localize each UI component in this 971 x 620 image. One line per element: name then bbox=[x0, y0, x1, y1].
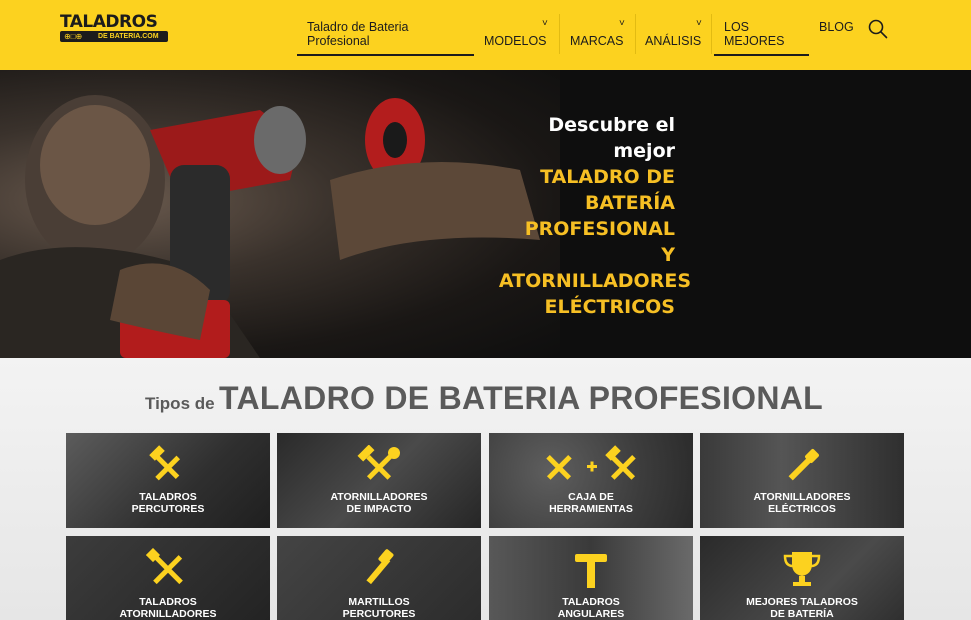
angle-drill-icon bbox=[575, 554, 607, 588]
nav-label-line2: Profesional bbox=[307, 34, 370, 48]
tile-label: TALADROS PERCUTORES bbox=[66, 491, 270, 515]
hero-line: Descubre el bbox=[548, 114, 675, 136]
tile-label: TALADROS ANGULARES bbox=[489, 596, 693, 620]
tile-label: ATORNILLADORES DE IMPACTO bbox=[277, 491, 481, 515]
type-tile-taladros-atornilladores[interactable]: TALADROS ATORNILLADORES bbox=[66, 536, 270, 620]
search-icon[interactable] bbox=[867, 18, 889, 40]
nav-item-blog[interactable]: BLOG bbox=[819, 20, 854, 34]
tile-label-line: ATORNILLADORES bbox=[330, 491, 428, 503]
nav-label: MODELOS bbox=[484, 34, 547, 48]
hero-line: mejor bbox=[613, 140, 675, 162]
hammer-drill-icon bbox=[366, 549, 394, 585]
nav-label-line1: Taladro de Bateria bbox=[307, 20, 409, 34]
trophy-icon bbox=[783, 552, 821, 586]
hero-headline: Descubre el mejor TALADRO DE BATERÍA PRO… bbox=[470, 112, 691, 320]
type-tile-atornilladores-electricos[interactable]: ATORNILLADORES ELÉCTRICOS bbox=[700, 433, 904, 528]
hero-banner: Descubre el mejor TALADRO DE BATERÍA PRO… bbox=[0, 70, 971, 358]
site-logo[interactable]: TALADROS ⊕□⊕ DE BATERIA.COM bbox=[60, 12, 170, 44]
tile-label-line: DE IMPACTO bbox=[346, 503, 412, 515]
nav-label: MARCAS bbox=[570, 34, 624, 48]
nav-label-line2: MEJORES bbox=[724, 34, 785, 48]
tile-label: MARTILLOS PERCUTORES bbox=[277, 596, 481, 620]
nav-divider bbox=[559, 14, 560, 54]
type-tile-taladros-angulares[interactable]: TALADROS ANGULARES bbox=[489, 536, 693, 620]
tile-label-line: ELÉCTRICOS bbox=[768, 503, 836, 515]
tile-label-line: DE BATERÍA bbox=[770, 608, 834, 620]
tools-plus-icon bbox=[546, 445, 636, 480]
chevron-down-icon: ˅ bbox=[542, 18, 548, 29]
nav-label: ANÁLISIS bbox=[645, 34, 702, 48]
tile-label-line: ATORNILLADORES bbox=[753, 491, 851, 503]
nav-item-los-mejores[interactable]: LOS MEJORES bbox=[714, 20, 809, 56]
crossed-tools-icon bbox=[146, 548, 183, 585]
type-tile-caja-herramientas[interactable]: CAJA DE HERRAMIENTAS bbox=[489, 433, 693, 528]
tile-label-line: TALADROS bbox=[139, 596, 197, 608]
tile-label-line: ANGULARES bbox=[557, 608, 625, 620]
tile-label: CAJA DE HERRAMIENTAS bbox=[489, 491, 693, 515]
tile-label-line: PERCUTORES bbox=[342, 608, 416, 620]
tile-label-line: PERCUTORES bbox=[131, 503, 205, 515]
tile-label-line: MARTILLOS bbox=[348, 596, 410, 608]
tile-label-line: HERRAMIENTAS bbox=[549, 503, 633, 515]
chevron-down-icon: ˅ bbox=[619, 18, 625, 29]
tile-label: MEJORES TALADROS DE BATERÍA bbox=[700, 596, 904, 620]
tile-label: TALADROS ATORNILLADORES bbox=[66, 596, 270, 620]
tile-label-line: CAJA DE bbox=[568, 491, 614, 503]
tile-label-line: ATORNILLADORES bbox=[119, 608, 217, 620]
nav-label: BLOG bbox=[819, 20, 854, 34]
hero-line: BATERÍA bbox=[584, 192, 675, 214]
nav-item-taladro-profesional[interactable]: Taladro de Bateria Profesional bbox=[297, 20, 474, 56]
nav-divider bbox=[635, 14, 636, 54]
chevron-down-icon: ˅ bbox=[696, 18, 702, 29]
nav-divider bbox=[711, 14, 712, 54]
logo-subtext: DE BATERIA.COM bbox=[98, 33, 159, 40]
tile-label: ATORNILLADORES ELÉCTRICOS bbox=[700, 491, 904, 515]
nav-label-line1: LOS bbox=[724, 20, 750, 34]
type-tile-atornilladores-impacto[interactable]: ATORNILLADORES DE IMPACTO bbox=[277, 433, 481, 528]
tile-label-line: TALADROS bbox=[562, 596, 620, 608]
logo-dots-icon: ⊕□⊕ bbox=[64, 32, 83, 41]
type-tile-mejores-taladros[interactable]: MEJORES TALADROS DE BATERÍA bbox=[700, 536, 904, 620]
hero-line: ATORNILLADORES bbox=[498, 270, 691, 292]
hammer-chisel-icon bbox=[149, 445, 181, 481]
nav-item-modelos[interactable]: MODELOS bbox=[484, 34, 547, 48]
hero-line: TALADRO DE bbox=[540, 166, 675, 188]
type-tile-taladros-percutores[interactable]: TALADROS PERCUTORES bbox=[66, 433, 270, 528]
tile-label-line: MEJORES TALADROS bbox=[746, 596, 858, 608]
section-title-prefix: Tipos de bbox=[145, 394, 215, 413]
section-title-main: TALADRO DE BATERIA PROFESIONAL bbox=[219, 380, 823, 416]
nav-item-analisis[interactable]: ANÁLISIS bbox=[645, 34, 701, 48]
type-tile-martillos-percutores[interactable]: MARTILLOS PERCUTORES bbox=[277, 536, 481, 620]
tile-label-line: TALADROS bbox=[139, 491, 197, 503]
site-header: TALADROS ⊕□⊕ DE BATERIA.COM Taladro de B… bbox=[0, 0, 971, 70]
hammer-wrench-icon bbox=[357, 445, 400, 480]
hero-line: Y bbox=[661, 244, 675, 266]
nav-item-marcas[interactable]: MARCAS bbox=[570, 34, 623, 48]
logo-bar: ⊕□⊕ DE BATERIA.COM bbox=[60, 31, 168, 42]
screwdriver-icon bbox=[788, 449, 819, 481]
hero-line: PROFESIONAL bbox=[524, 218, 675, 240]
hero-line: ELÉCTRICOS bbox=[544, 296, 675, 318]
logo-wordmark: TALADROS bbox=[60, 12, 158, 32]
section-title: Tipos de TALADRO DE BATERIA PROFESIONAL bbox=[145, 380, 823, 417]
